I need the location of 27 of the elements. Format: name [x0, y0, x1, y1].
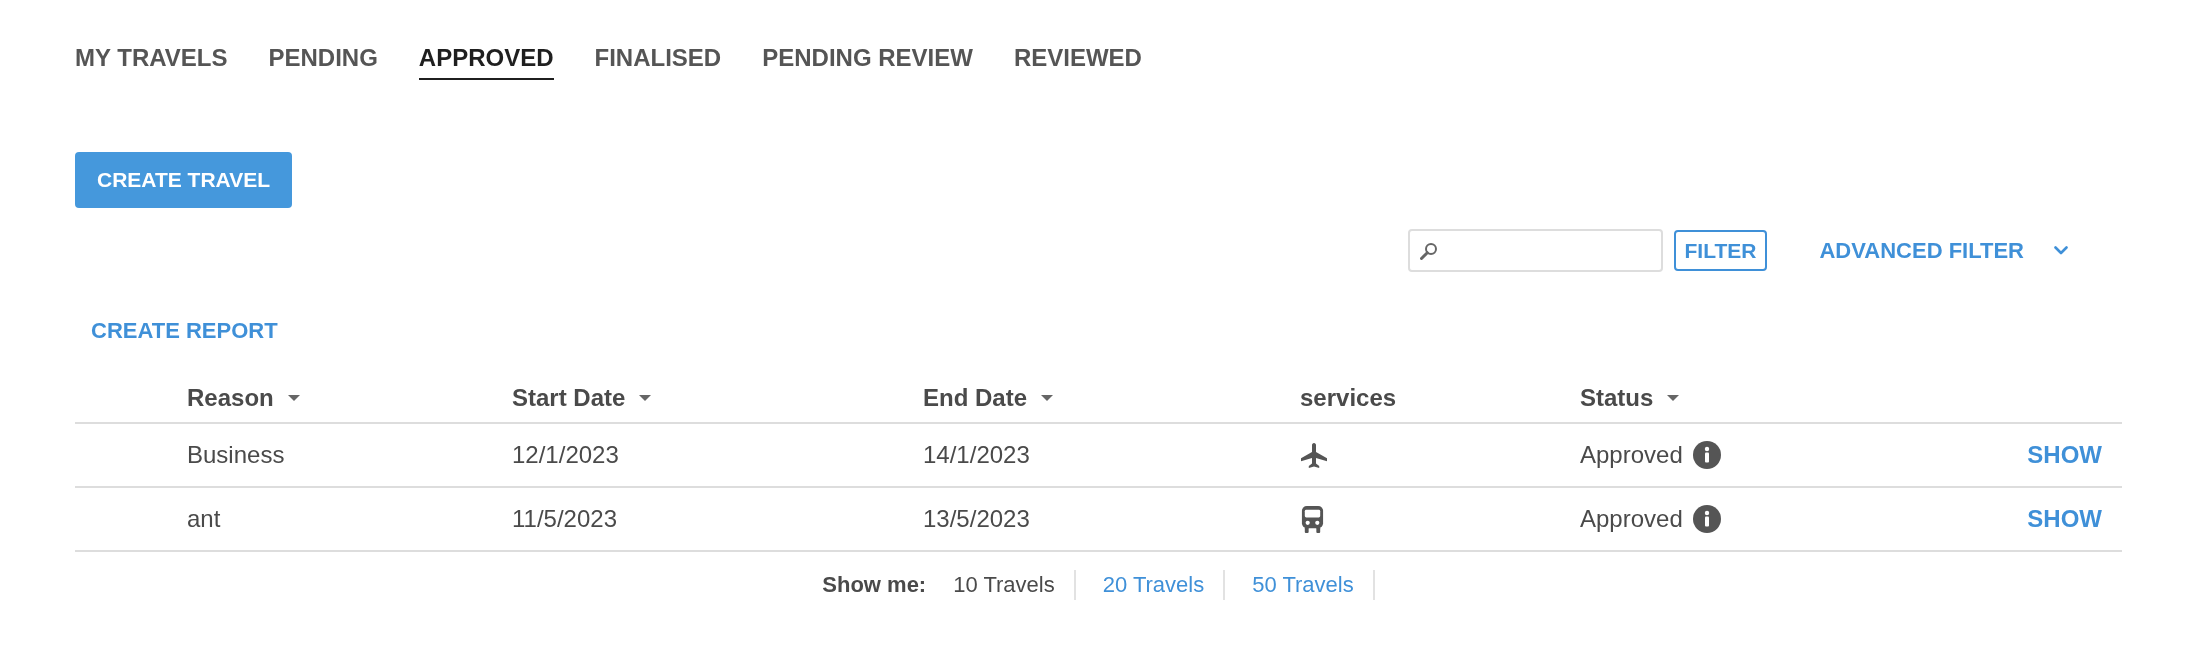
status-text: Approved: [1580, 441, 1683, 469]
table-cell: ant: [187, 505, 221, 533]
column-header[interactable]: End Date: [923, 383, 1053, 412]
table-cell: 13/5/2023: [923, 505, 1030, 533]
pagination-label: Show me:: [822, 572, 927, 598]
search-field[interactable]: [1407, 229, 1663, 272]
tab[interactable]: APPROVED: [418, 43, 554, 80]
tab[interactable]: MY TRAVELS: [75, 43, 228, 80]
page-size-option[interactable]: 10 Travels: [953, 572, 1055, 598]
tab[interactable]: REVIEWED: [1013, 43, 1142, 80]
train-icon: [1300, 505, 1325, 533]
column-header[interactable]: Reason: [187, 383, 300, 412]
table-cell: Business: [187, 441, 285, 469]
tab[interactable]: FINALISED: [594, 43, 722, 80]
column-header: services: [1300, 383, 1397, 412]
search-icon: [1419, 241, 1438, 260]
column-header[interactable]: Status: [1580, 383, 1680, 412]
column-header[interactable]: Start Date: [512, 383, 652, 412]
tab[interactable]: PENDING REVIEW: [762, 43, 973, 80]
table-cell: 14/1/2023: [923, 441, 1030, 469]
info-icon[interactable]: [1692, 505, 1721, 533]
tab[interactable]: PENDING: [268, 43, 378, 80]
plane-icon: [1300, 441, 1328, 469]
status-text: Approved: [1580, 505, 1683, 533]
info-icon[interactable]: [1692, 441, 1721, 469]
table-cell: 11/5/2023: [512, 505, 617, 533]
table-cell: 12/1/2023: [512, 441, 619, 469]
